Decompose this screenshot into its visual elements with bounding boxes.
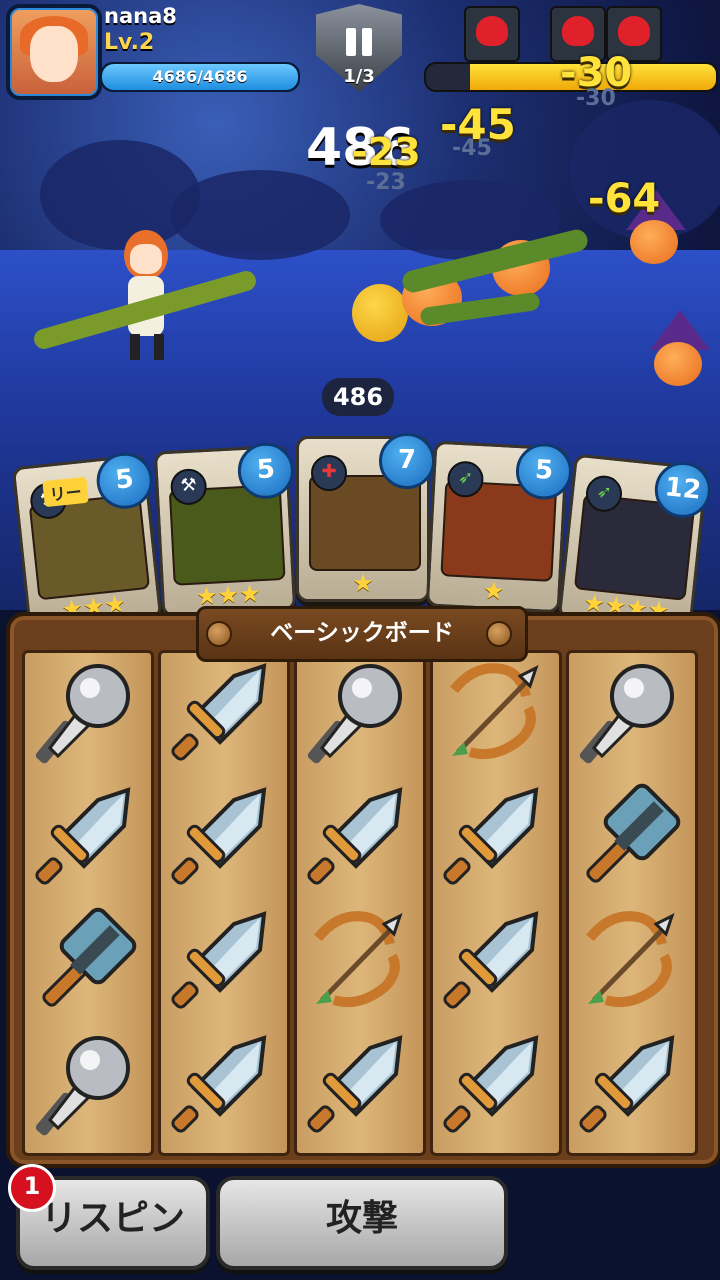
attack-button[interactable]: 攻撃 [216, 1176, 508, 1270]
bolt-decoration [486, 621, 512, 647]
sword-icon[interactable] [164, 904, 276, 1016]
hero-level-badge: 7 [379, 433, 435, 489]
sword-icon[interactable] [572, 1028, 684, 1140]
pause-icon [346, 28, 356, 56]
hammer-icon[interactable] [28, 904, 140, 1016]
hero-card[interactable]: ➶ 5 ★ [425, 440, 574, 614]
sword-icon[interactable] [300, 780, 412, 892]
player-name: nana8 [104, 4, 177, 28]
hero-card[interactable]: ➶ 12 ★★★★ [557, 453, 714, 633]
player-avatar[interactable] [6, 4, 102, 100]
sword-icon[interactable] [436, 780, 548, 892]
player-hp-text: 4686/4686 [152, 67, 248, 86]
hero-star-rating: ★ [352, 569, 374, 597]
combo-counter: 486 [322, 378, 394, 416]
bow-icon[interactable] [300, 904, 412, 1016]
hero-card[interactable]: ⚒ 5 ★★★ [153, 441, 297, 618]
mace-icon[interactable] [28, 656, 140, 768]
enemy-skull-icon [464, 6, 520, 62]
leader-label: リー [42, 476, 89, 508]
pumpkin-enemy [352, 284, 408, 342]
bow-icon[interactable] [572, 904, 684, 1016]
wave-counter: 1/3 [343, 66, 375, 87]
sword-icon[interactable] [300, 1028, 412, 1140]
hammer-icon[interactable] [572, 780, 684, 892]
mace-icon: ✚ [311, 455, 347, 491]
witch-pumpkin-enemy [630, 310, 710, 400]
sword-icon[interactable] [164, 1028, 276, 1140]
damage-number-ghost: -45 [452, 136, 492, 161]
player-hp-bar: 4686/4686 [100, 62, 300, 92]
bolt-decoration [206, 621, 232, 647]
respin-count-badge: 1 [8, 1164, 56, 1212]
sword-icon[interactable] [164, 780, 276, 892]
pause-icon [362, 28, 372, 56]
damage-number-ghost: -23 [366, 170, 406, 195]
mace-icon[interactable] [572, 656, 684, 768]
sword-icon[interactable] [436, 1028, 548, 1140]
hero-card[interactable]: ⚒ リー 5 ★★★ [11, 449, 163, 633]
player-level: Lv.2 [104, 30, 155, 55]
mace-icon[interactable] [28, 1028, 140, 1140]
damage-number: -64 [588, 176, 661, 222]
hero-card[interactable]: ✚ 7 ★ [296, 433, 435, 602]
hero-star-rating: ★ [482, 576, 506, 606]
board-title: ベーシックボード [196, 606, 528, 662]
sword-icon[interactable] [28, 780, 140, 892]
sword-icon[interactable] [436, 904, 548, 1016]
damage-number-ghost: -30 [576, 86, 616, 111]
sword-icon[interactable] [164, 656, 276, 768]
bow-icon[interactable] [436, 656, 548, 768]
mace-icon[interactable] [300, 656, 412, 768]
background-rocks [170, 170, 350, 260]
damage-number: -23 [352, 130, 421, 174]
